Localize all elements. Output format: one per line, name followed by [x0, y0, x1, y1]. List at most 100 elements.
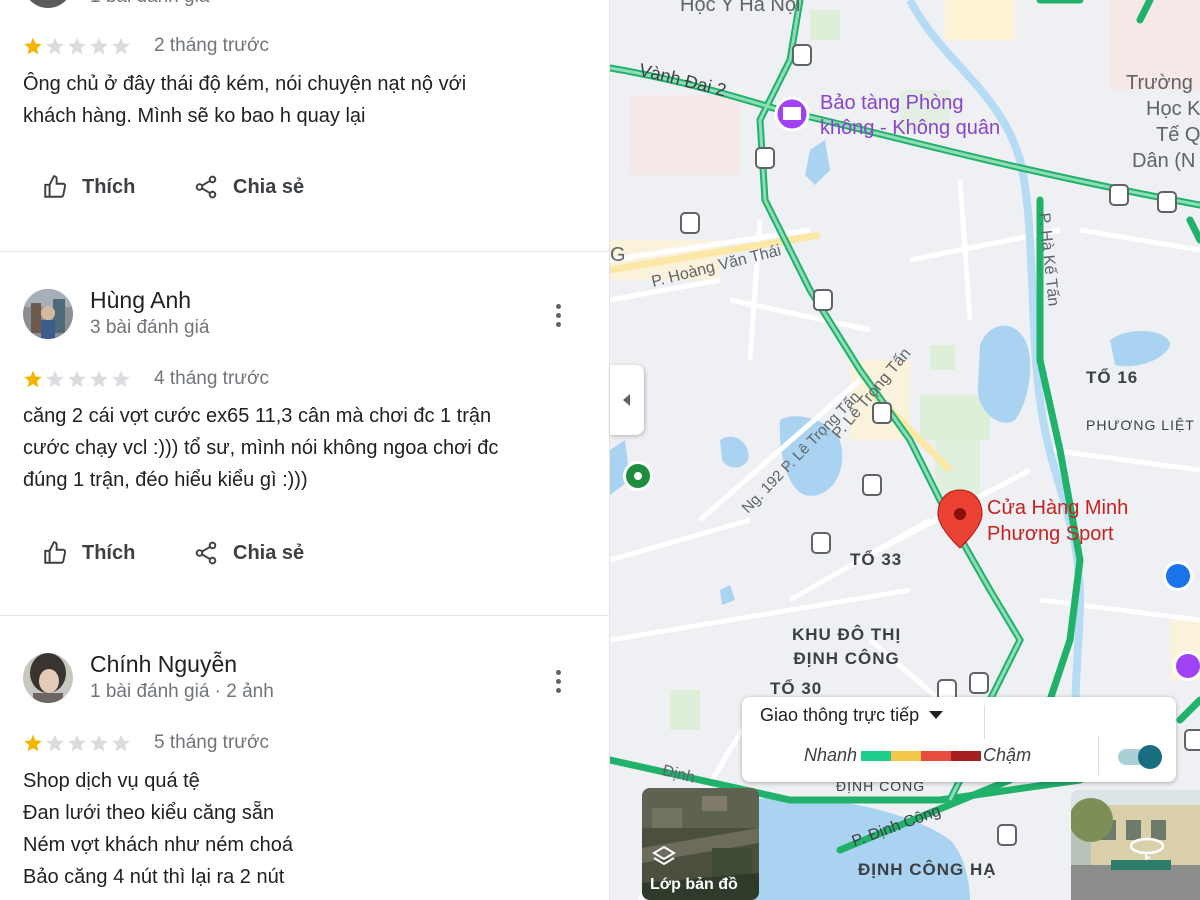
school-name-line: Trường — [1126, 72, 1193, 94]
like-label: Thích — [82, 175, 136, 198]
map-label-hoc-y: Học Y Hà Nội — [680, 0, 801, 16]
reviewer-meta: 1 bài đánh giá — [90, 0, 209, 8]
thumbs-up-icon — [44, 541, 67, 564]
rating-stars — [23, 36, 131, 56]
star-filled-icon — [24, 370, 42, 388]
map-label-to30: TỔ 30 — [770, 679, 823, 698]
map-label-museum[interactable]: Bảo tàng Phòng không - Không quân — [820, 91, 1000, 141]
review-line: cước chạy vcl :))) tổ sư, mình nói không… — [23, 437, 499, 459]
school-name-line: Dân (N — [1132, 150, 1196, 172]
share-button[interactable]: Chia sẻ — [193, 174, 304, 200]
review-line: khách hàng. Mình sẽ ko bao h quay lại — [23, 105, 366, 127]
area-name-line: KHU ĐÔ THỊ — [792, 625, 902, 644]
share-label: Chia sẻ — [233, 175, 305, 198]
star-empty-icon — [90, 734, 108, 752]
review-date: 4 tháng trước — [154, 368, 269, 389]
review-date: 2 tháng trước — [154, 35, 269, 56]
map-label-to33: TỔ 33 — [850, 550, 903, 569]
review-line: Ném vợt khách như ném choá — [23, 834, 293, 856]
rating-stars — [23, 369, 131, 389]
star-filled-icon — [24, 37, 42, 55]
reviewer-name[interactable]: Hùng Anh — [90, 287, 191, 314]
review-line: căng 2 cái vợt cước ex65 11,3 cân mà chơ… — [23, 405, 492, 427]
review-text: Shop dịch vụ quá tệ Đan lưới theo kiểu c… — [23, 765, 583, 893]
reviewer-avatar[interactable] — [23, 653, 73, 703]
review-text: căng 2 cái vợt cước ex65 11,3 cân mà chơ… — [23, 400, 583, 496]
review-text: Ông chủ ở đây thái độ kém, nói chuyện nạ… — [23, 68, 583, 132]
share-icon — [195, 175, 217, 199]
review-divider — [0, 251, 609, 252]
map-label-khu-do-thi: KHU ĐÔ THỊ ĐỊNH CÔNG — [792, 623, 901, 671]
review-line: đúng 1 trận, đéo hiểu kiểu gì :))) — [23, 469, 308, 491]
traffic-dropdown[interactable]: Giao thông trực tiếp — [760, 705, 944, 726]
star-empty-icon — [112, 370, 130, 388]
avatar-photo — [23, 653, 73, 703]
legend-segment-slowest — [951, 750, 982, 761]
traffic-separator — [984, 705, 985, 739]
star-empty-icon — [68, 370, 86, 388]
more-options-icon[interactable] — [546, 666, 570, 696]
share-icon — [195, 541, 217, 565]
school-name-line: Học K — [1146, 98, 1200, 120]
review-line: Bảo căng 4 nút thì lại ra 2 nút — [23, 866, 285, 888]
review-divider — [0, 615, 609, 616]
reviewer-meta: 1 bài đánh giá · 2 ảnh — [90, 681, 274, 702]
map-layers-button[interactable]: Lớp bản đồ — [642, 788, 759, 900]
reviewer-name[interactable]: Chính Nguyễn — [90, 651, 237, 678]
collapse-panel-button[interactable] — [610, 365, 644, 435]
layers-label: Lớp bản đồ — [650, 876, 738, 893]
rating-stars — [23, 733, 131, 753]
map-label-shop[interactable]: Cửa Hàng Minh Phương Sport — [987, 495, 1128, 547]
chevron-left-icon — [623, 394, 630, 406]
map-label-to16: TỔ 16 — [1086, 368, 1139, 387]
reviews-panel: 1 bài đánh giá 2 tháng trước Ông chủ ở đ… — [0, 0, 610, 900]
star-empty-icon — [46, 734, 64, 752]
like-label: Thích — [82, 541, 136, 564]
star-empty-icon — [90, 370, 108, 388]
more-options-icon[interactable] — [546, 300, 570, 330]
map-label-dinh-cong-ha: ĐỊNH CÔNG HẠ — [858, 860, 997, 879]
star-empty-icon — [90, 37, 108, 55]
shop-name-line: Phương Sport — [987, 523, 1114, 545]
museum-name-line: không - Không quân — [820, 117, 1001, 139]
dropdown-arrow-icon — [929, 711, 944, 719]
layers-icon — [652, 845, 676, 866]
map-label-phuong-liet: PHƯƠNG LIỆT — [1086, 417, 1195, 433]
reviewer-meta: 3 bài đánh giá — [90, 317, 210, 338]
star-filled-icon — [24, 734, 42, 752]
like-button[interactable]: Thích — [42, 540, 135, 566]
traffic-legend-card: Giao thông trực tiếp Nhanh Chậm — [742, 697, 1176, 782]
traffic-toggle[interactable] — [1118, 745, 1162, 769]
shop-name-line: Cửa Hàng Minh — [987, 497, 1129, 519]
reviewer-avatar[interactable] — [23, 0, 73, 8]
traffic-separator — [1098, 735, 1099, 775]
star-empty-icon — [68, 734, 86, 752]
like-button[interactable]: Thích — [42, 174, 135, 200]
legend-fast-label: Nhanh — [804, 745, 858, 765]
museum-name-line: Bảo tàng Phòng — [820, 92, 964, 114]
street-view-thumbnail[interactable] — [1071, 790, 1200, 900]
reviewer-avatar[interactable] — [23, 289, 73, 339]
traffic-title: Giao thông trực tiếp — [760, 705, 920, 725]
review-line: Shop dịch vụ quá tệ — [23, 770, 200, 792]
legend-segment-fast — [861, 750, 892, 761]
school-name-line: Tế Qu — [1156, 124, 1200, 146]
share-button[interactable]: Chia sẻ — [193, 540, 304, 566]
toggle-knob — [1138, 745, 1162, 769]
review-line: Đan lưới theo kiểu căng sẵn — [23, 802, 275, 824]
star-empty-icon — [112, 37, 130, 55]
share-label: Chia sẻ — [233, 541, 305, 564]
star-empty-icon — [112, 734, 130, 752]
traffic-speed-legend: Nhanh Chậm — [804, 745, 1031, 766]
legend-segment-slow — [921, 750, 952, 761]
map-label-truong: Trường Học K Tế Qu Dân (N — [1126, 70, 1200, 174]
thumbs-up-icon — [44, 175, 67, 198]
area-name-line: ĐỊNH CÔNG — [793, 649, 900, 668]
star-empty-icon — [46, 37, 64, 55]
star-empty-icon — [46, 370, 64, 388]
rotate-360-icon — [1129, 837, 1165, 860]
avatar-photo — [23, 289, 73, 339]
review-line: Ông chủ ở đây thái độ kém, nói chuyện nạ… — [23, 73, 467, 95]
legend-slow-label: Chậm — [983, 745, 1032, 765]
map-label-g: G — [610, 244, 626, 266]
